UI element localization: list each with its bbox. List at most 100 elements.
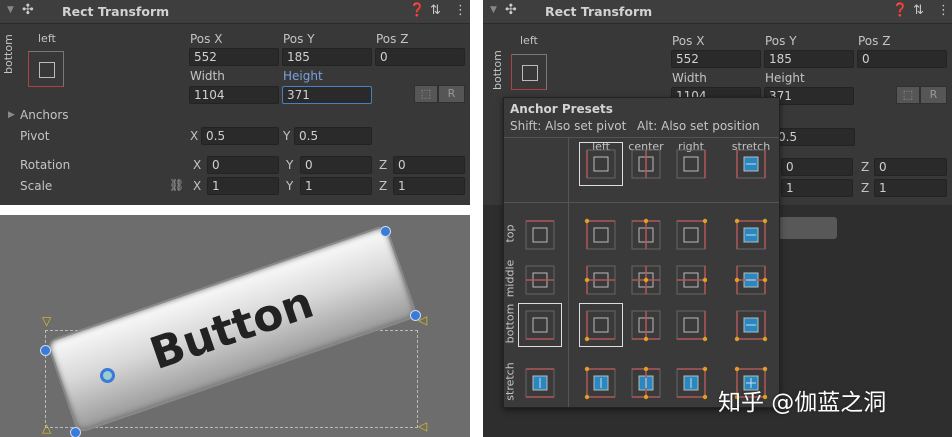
pivot-x-input[interactable]: 0.5 xyxy=(201,127,279,145)
rotation-x-axis: X xyxy=(193,158,202,172)
pos-x-input[interactable]: 552 xyxy=(671,50,761,68)
preset-top[interactable] xyxy=(523,218,557,252)
preset-middle[interactable] xyxy=(523,263,557,297)
corner-handle[interactable] xyxy=(70,427,81,437)
preset-top-stretch[interactable] xyxy=(734,218,768,252)
scale-y-input[interactable]: 1 xyxy=(300,177,372,195)
preset-middle-right[interactable] xyxy=(674,263,708,297)
scale-x-axis: X xyxy=(193,179,202,193)
scale-z-input[interactable]: 1 xyxy=(874,179,947,197)
pos-y-label: Pos Y xyxy=(283,32,315,46)
rotation-y-input[interactable]: 0 xyxy=(781,158,853,176)
foldout-arrow-icon[interactable]: ▼ xyxy=(7,5,14,15)
rotation-y-input[interactable]: 0 xyxy=(300,156,372,174)
blueprint-mode-button[interactable]: ⬚ xyxy=(896,86,920,104)
corner-handle[interactable] xyxy=(380,226,391,237)
preset-bottom-right[interactable] xyxy=(674,308,708,342)
width-input[interactable]: 1104 xyxy=(189,86,279,104)
rotation-z-input[interactable]: 0 xyxy=(393,156,465,174)
rotation-z-input[interactable]: 0 xyxy=(874,158,947,176)
raw-edit-button[interactable]: R xyxy=(438,85,465,103)
pos-x-label: Pos X xyxy=(672,34,705,48)
scale-x-input[interactable]: 1 xyxy=(207,177,279,195)
anchor-triangle-icon[interactable]: ◁ xyxy=(418,313,427,327)
anchor-preset-button[interactable] xyxy=(511,54,547,90)
scale-z-axis: Z xyxy=(379,179,388,193)
anchors-foldout-icon[interactable]: ▶ xyxy=(8,110,15,120)
pivot-y-input[interactable]: 0.5 xyxy=(294,127,372,145)
anchors-label[interactable]: Anchors xyxy=(20,108,69,122)
anchor-preset-button[interactable] xyxy=(28,51,64,87)
preset-bottom-center[interactable] xyxy=(629,308,663,342)
help-icon[interactable]: ❓ xyxy=(892,3,908,18)
component-title: Rect Transform xyxy=(545,4,653,19)
preset-middle-center[interactable] xyxy=(629,263,663,297)
pos-z-label: Pos Z xyxy=(376,32,409,46)
preset-stretch-right[interactable] xyxy=(674,366,708,400)
corner-handle[interactable] xyxy=(40,345,51,356)
more-icon[interactable]: ⋮ xyxy=(937,3,950,18)
preset-right[interactable] xyxy=(674,147,708,181)
height-input[interactable]: 371 xyxy=(282,86,372,104)
rect-transform-icon: ✣ xyxy=(22,2,34,18)
preset-top-right[interactable] xyxy=(674,218,708,252)
preset-bottom-left[interactable] xyxy=(579,303,623,347)
pos-z-input[interactable]: 0 xyxy=(857,50,947,68)
scale-y-input[interactable]: 1 xyxy=(781,179,853,197)
scale-z-input[interactable]: 1 xyxy=(393,177,465,195)
row-label-stretch: stretch xyxy=(503,362,517,401)
anchor-h-label: left xyxy=(520,34,538,47)
pivot-label: Pivot xyxy=(20,129,50,143)
divider xyxy=(504,137,779,138)
preset-left[interactable] xyxy=(579,142,623,186)
more-icon[interactable]: ⋮ xyxy=(454,3,467,18)
preset-center[interactable] xyxy=(629,147,663,181)
pos-z-label: Pos Z xyxy=(858,34,891,48)
anchor-h-label: left xyxy=(38,32,56,45)
scene-view[interactable]: Button ▽ ◁ △ ◁ xyxy=(0,215,470,437)
preset-stretch-center[interactable] xyxy=(629,366,663,400)
preset-middle-left[interactable] xyxy=(584,263,618,297)
preset-top-center[interactable] xyxy=(629,218,663,252)
component-header[interactable]: ▼ ✣ Rect Transform ❓ ⇅ ⋮ xyxy=(0,0,470,24)
raw-edit-button[interactable]: R xyxy=(920,86,947,104)
presets-icon[interactable]: ⇅ xyxy=(913,3,924,18)
rotation-z-axis: Z xyxy=(861,160,870,174)
pivot-y-axis: Y xyxy=(283,129,291,143)
row-label-middle: middle xyxy=(503,259,517,298)
watermark: 知乎 @伽蓝之洞 xyxy=(718,390,887,416)
pos-y-input[interactable]: 185 xyxy=(764,50,854,68)
row-label-top: top xyxy=(503,224,517,243)
blueprint-mode-button[interactable]: ⬚ xyxy=(414,85,438,103)
pos-x-input[interactable]: 552 xyxy=(189,48,279,66)
divider xyxy=(568,137,569,407)
preset-stretch[interactable] xyxy=(734,147,768,181)
rotation-x-input[interactable]: 0 xyxy=(207,156,279,174)
preset-stretch-left[interactable] xyxy=(584,366,618,400)
pivot-handle[interactable] xyxy=(100,368,115,383)
component-header[interactable]: ▼ ✣ Rect Transform ❓ ⇅ ⋮ xyxy=(483,0,952,24)
anchor-triangle-icon[interactable]: ◁ xyxy=(418,419,427,433)
constrain-proportions-icon[interactable]: ⛓ xyxy=(169,178,184,192)
preset-bottom-stretch[interactable] xyxy=(734,308,768,342)
foldout-arrow-icon[interactable]: ▼ xyxy=(490,5,497,15)
anchor-v-label: bottom xyxy=(2,34,15,74)
inspector-left: ▼ ✣ Rect Transform ❓ ⇅ ⋮ left bottom Pos… xyxy=(0,0,470,205)
rotation-y-axis: Y xyxy=(286,158,294,172)
anchor-triangle-icon[interactable]: ▽ xyxy=(42,314,51,328)
pos-y-input[interactable]: 185 xyxy=(282,48,372,66)
presets-icon[interactable]: ⇅ xyxy=(430,3,441,18)
help-icon[interactable]: ❓ xyxy=(409,3,425,18)
pos-z-input[interactable]: 0 xyxy=(375,48,465,66)
preset-stretch[interactable] xyxy=(523,366,557,400)
row-label-bottom: bottom xyxy=(503,303,517,344)
preset-top-left[interactable] xyxy=(584,218,618,252)
preset-middle-stretch[interactable] xyxy=(734,263,768,297)
anchor-presets-popup: Anchor Presets Shift: Also set pivot Alt… xyxy=(503,97,780,408)
pivot-y-input[interactable]: 0.5 xyxy=(773,128,855,146)
add-component-button[interactable] xyxy=(773,217,837,239)
scale-y-axis: Y xyxy=(286,179,294,193)
anchor-triangle-icon[interactable]: △ xyxy=(42,421,51,435)
preset-bottom[interactable] xyxy=(518,303,562,347)
scale-z-axis: Z xyxy=(861,181,870,195)
